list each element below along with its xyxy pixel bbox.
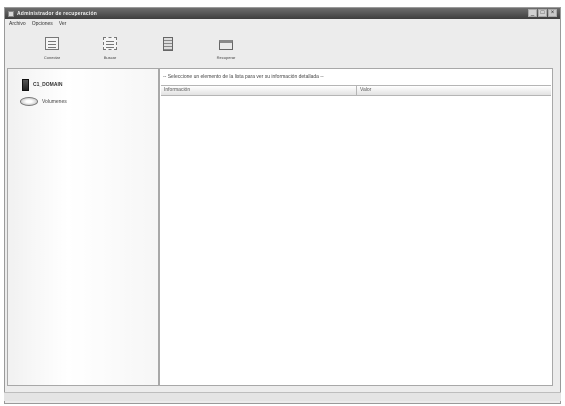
menu-options[interactable]: Opciones bbox=[32, 21, 53, 27]
computer-icon bbox=[22, 79, 29, 91]
app-icon bbox=[8, 10, 14, 17]
search-label: Buscar bbox=[103, 55, 117, 60]
tree-item-computer[interactable]: C1_DOMAIN bbox=[22, 79, 62, 91]
window-controls: _ □ × bbox=[528, 9, 557, 17]
recover-icon bbox=[217, 37, 235, 51]
menu-view[interactable]: Ver bbox=[59, 21, 67, 27]
status-bar bbox=[4, 392, 561, 401]
navigation-tree: C1_DOMAIN Volumenes bbox=[7, 68, 159, 386]
details-pane: -- Seleccione un elemento de la lista pa… bbox=[159, 68, 553, 386]
close-button[interactable]: × bbox=[548, 9, 557, 17]
recover-label: Recuperar bbox=[216, 55, 236, 60]
info-text: -- Seleccione un elemento de la lista pa… bbox=[163, 74, 324, 80]
window-title: Administrador de recuperación bbox=[17, 10, 97, 17]
column-header-value[interactable]: Valor bbox=[357, 86, 551, 95]
disk-icon bbox=[20, 97, 38, 106]
connect-icon bbox=[43, 37, 61, 51]
server-icon bbox=[159, 37, 177, 51]
search-document-icon bbox=[101, 37, 119, 51]
column-header-information[interactable]: Información bbox=[161, 86, 357, 95]
table-header: Información Valor bbox=[161, 85, 551, 96]
minimize-button[interactable]: _ bbox=[528, 9, 537, 17]
tree-item-drive-label: Volumenes bbox=[42, 98, 67, 105]
menu-file[interactable]: Archivo bbox=[9, 21, 26, 27]
maximize-button[interactable]: □ bbox=[538, 9, 547, 17]
menu-bar: Archivo Opciones Ver bbox=[5, 20, 560, 28]
tree-item-computer-label: C1_DOMAIN bbox=[33, 82, 63, 88]
connect-label: Conectar bbox=[43, 55, 61, 60]
tree-item-drive[interactable]: Volumenes bbox=[20, 97, 67, 106]
title-bar[interactable]: Administrador de recuperación _ □ × bbox=[5, 8, 560, 19]
